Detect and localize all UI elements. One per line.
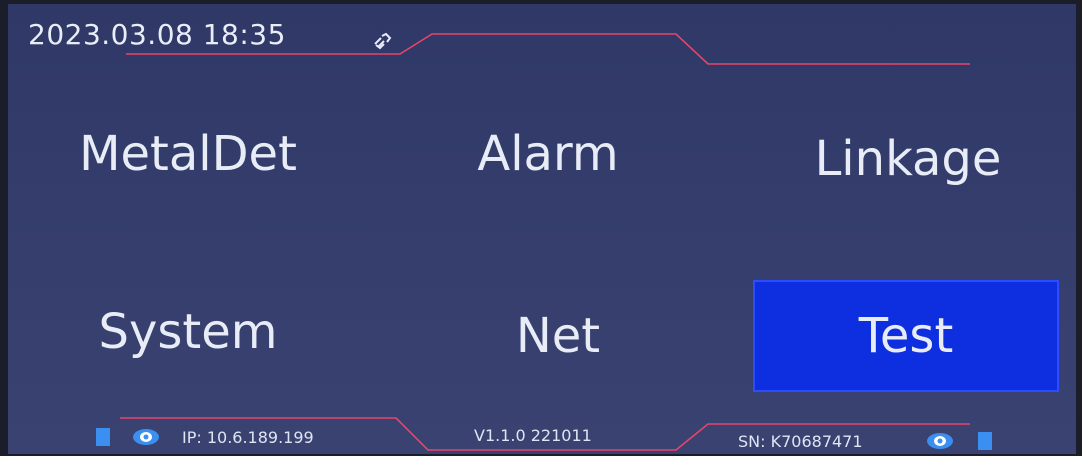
status-square-right xyxy=(978,432,992,450)
link-icon xyxy=(374,32,392,50)
serial-number-label: SN: K70687471 xyxy=(738,432,863,451)
device-screen: 2023.03.08 18:35 MetalDet Alarm Linkage … xyxy=(8,4,1076,454)
menu-item-linkage[interactable]: Linkage xyxy=(763,114,1053,204)
menu-item-alarm[interactable]: Alarm xyxy=(403,109,693,199)
eye-icon xyxy=(133,429,159,445)
menu-item-test[interactable]: Test xyxy=(753,280,1059,392)
menu-item-net[interactable]: Net xyxy=(408,286,708,386)
menu-item-system[interactable]: System xyxy=(38,282,338,382)
status-square-left xyxy=(96,428,110,446)
ip-address-label: IP: 10.6.189.199 xyxy=(182,428,314,447)
version-label: V1.1.0 221011 xyxy=(474,426,592,445)
menu-item-label: Linkage xyxy=(814,131,1002,187)
menu-item-label: System xyxy=(98,304,278,360)
datetime-label: 2023.03.08 18:35 xyxy=(28,18,286,51)
eye-icon xyxy=(927,433,953,449)
menu-item-label: Alarm xyxy=(477,126,619,182)
menu-item-label: MetalDet xyxy=(79,126,297,182)
menu-item-label: Net xyxy=(515,308,601,364)
menu-item-metaldet[interactable]: MetalDet xyxy=(38,109,338,199)
menu-item-label: Test xyxy=(858,308,954,364)
